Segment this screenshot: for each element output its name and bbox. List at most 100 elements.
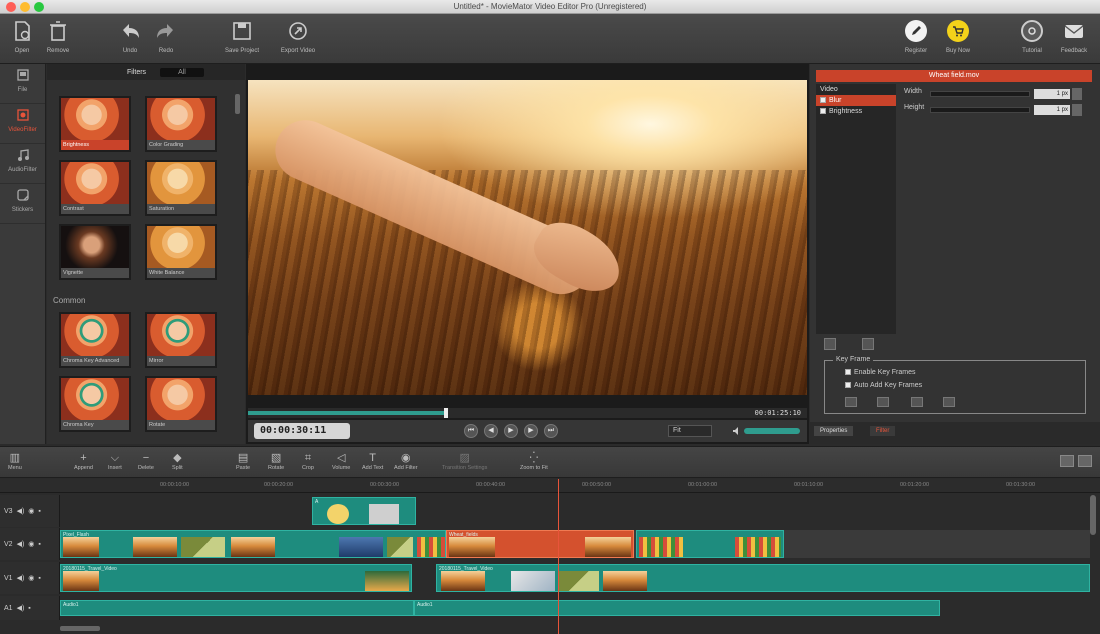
filters-scrollbar[interactable] <box>235 94 240 114</box>
insert-icon: ⌵ <box>110 452 120 464</box>
transition-settings-button[interactable]: ▨ Transition Settings <box>442 451 487 471</box>
play-icon: ▶ <box>508 427 514 434</box>
volume-button[interactable]: ◁ Volume <box>332 451 350 471</box>
eye-icon[interactable]: ◉ <box>28 507 34 515</box>
sidebar-tab-stickers[interactable]: Stickers <box>0 184 45 224</box>
eye-icon[interactable]: ◉ <box>28 574 34 582</box>
sidebar-tab-videofilter[interactable]: VideoFilter <box>0 104 45 144</box>
tab-filters[interactable]: Filters <box>127 69 146 76</box>
add-filter-small-button[interactable] <box>824 338 836 350</box>
append-button[interactable]: + Append <box>74 451 93 471</box>
redo-button[interactable]: Redo <box>144 20 188 60</box>
playback-scrubber[interactable]: 00:01:25:10 <box>248 408 807 418</box>
width-value-field[interactable]: 1 px <box>1034 89 1070 99</box>
previous-frame-button[interactable]: ⏮ <box>464 424 478 438</box>
timeline-clip[interactable]: 20180115_Travel_Video <box>60 564 412 592</box>
remove-button[interactable]: Remove <box>36 20 80 60</box>
lock-icon[interactable]: ▪ <box>38 575 40 582</box>
filter-thumb-saturation[interactable]: Saturation <box>145 160 217 216</box>
video-preview[interactable] <box>248 80 807 395</box>
crop-button[interactable]: ⌗ Crop <box>302 451 314 471</box>
list-item[interactable]: Brightness <box>816 106 896 117</box>
timeline-clip[interactable] <box>636 530 784 558</box>
height-value-field[interactable]: 1 px <box>1034 105 1070 115</box>
feedback-button[interactable]: Feedback <box>1052 20 1096 60</box>
timeline-vertical-scrollbar[interactable] <box>1090 495 1096 535</box>
height-stepper[interactable] <box>1072 104 1082 116</box>
add-text-button[interactable]: T Add Text <box>362 451 383 471</box>
filter-thumb-white-balance[interactable]: White Balance <box>145 224 217 280</box>
tab-properties[interactable]: Properties <box>814 426 854 436</box>
audio-clip[interactable]: Audio1 <box>60 600 414 616</box>
filter-thumb-chroma-key[interactable]: Chroma Key <box>59 376 131 432</box>
lock-icon[interactable]: ▪ <box>38 508 40 515</box>
split-button[interactable]: ◆ Split <box>172 451 183 471</box>
buy-now-button[interactable]: Buy Now <box>936 20 980 60</box>
auto-add-keyframes-option[interactable]: Auto Add Key Frames <box>845 382 922 389</box>
volume-slider[interactable] <box>744 428 800 434</box>
filter-thumb-color-grading[interactable]: Color Grading <box>145 96 217 152</box>
keyframe-prev-button[interactable] <box>845 397 857 407</box>
filter-thumb-mirror[interactable]: Mirror <box>145 312 217 368</box>
audio-clip[interactable]: Audio1 <box>414 600 940 616</box>
rotate-button[interactable]: ▧ Rotate <box>268 451 284 471</box>
paste-button[interactable]: ▤ Paste <box>236 451 250 471</box>
filter-thumb-brightness[interactable]: Brightness <box>59 96 131 152</box>
keyframe-add-button[interactable] <box>877 397 889 407</box>
list-item[interactable]: Blur <box>816 95 896 106</box>
zoom-select[interactable]: Fit <box>668 425 712 437</box>
filter-thumb-chroma-key-advanced[interactable]: Chroma Key Advanced <box>59 312 131 368</box>
timeline-ruler[interactable]: 00:00:10:00 00:00:20:00 00:00:30:00 00:0… <box>0 479 1100 493</box>
height-slider[interactable] <box>930 107 1030 113</box>
sidebar-tab-file[interactable]: File <box>0 64 45 104</box>
timeline-clip[interactable]: 20180115_Travel_Video <box>436 564 1090 592</box>
lock-icon[interactable]: ▪ <box>38 541 40 548</box>
scrubber-handle[interactable] <box>444 408 448 418</box>
filter-thumb-vignette[interactable]: Vignette <box>59 224 131 280</box>
enable-keyframes-option[interactable]: Enable Key Frames <box>845 369 915 376</box>
ruler-tick: 00:01:00:00 <box>688 482 718 488</box>
width-stepper[interactable] <box>1072 88 1082 100</box>
checkbox[interactable] <box>845 382 851 389</box>
checkbox[interactable] <box>820 97 826 104</box>
keyframe-remove-button[interactable] <box>911 397 923 407</box>
timeline-horizontal-scrollbar[interactable] <box>60 626 100 631</box>
keyframe-next-button[interactable] <box>943 397 955 407</box>
timeline-menu-button[interactable]: ▥ Menu <box>8 451 22 471</box>
tutorial-button[interactable]: Tutorial <box>1010 20 1054 60</box>
register-button[interactable]: Register <box>894 20 938 60</box>
mute-icon[interactable]: ◀) <box>17 604 25 612</box>
mute-icon[interactable]: ◀) <box>17 507 25 515</box>
zoom-in-button[interactable] <box>1078 455 1092 467</box>
next-frame-button[interactable]: ⏭ <box>544 424 558 438</box>
filter-category-select[interactable]: All <box>160 67 204 77</box>
zoom-to-fit-button[interactable]: ⁛ Zoom to Fit <box>520 451 548 471</box>
filter-thumb-rotate[interactable]: Rotate <box>145 376 217 432</box>
mute-icon[interactable]: ◀) <box>17 574 25 582</box>
fast-forward-button[interactable]: ▶ <box>524 424 538 438</box>
zoom-out-button[interactable] <box>1060 455 1074 467</box>
tab-filter[interactable]: Filter <box>870 426 896 436</box>
insert-button[interactable]: ⌵ Insert <box>108 451 122 471</box>
play-button[interactable]: ▶ <box>504 424 518 438</box>
timeline-playhead[interactable] <box>558 479 559 634</box>
rewind-button[interactable]: ◀ <box>484 424 498 438</box>
timecode-field[interactable]: 00:00:30:11 <box>254 423 350 439</box>
export-video-button[interactable]: Export Video <box>276 20 320 60</box>
add-filter-button[interactable]: ◉ Add Filter <box>394 451 418 471</box>
filter-thumb-contrast[interactable]: Contrast <box>59 160 131 216</box>
mute-icon[interactable]: ◀) <box>17 540 25 548</box>
timeline-clip[interactable]: Pixel_Flash <box>60 530 446 558</box>
remove-filter-small-button[interactable] <box>862 338 874 350</box>
timeline-clip-selected[interactable]: Wheat_fields <box>446 530 634 558</box>
lock-icon[interactable]: ▪ <box>28 605 30 612</box>
timeline-clip[interactable]: A <box>312 497 416 525</box>
checkbox[interactable] <box>820 108 826 115</box>
sidebar-tab-audiofilter[interactable]: AudioFilter <box>0 144 45 184</box>
width-slider[interactable] <box>930 91 1030 97</box>
delete-button[interactable]: − Delete <box>138 451 154 471</box>
save-project-button[interactable]: Save Project <box>220 20 264 60</box>
eye-icon[interactable]: ◉ <box>28 540 34 548</box>
checkbox[interactable] <box>845 369 851 376</box>
volume-control[interactable] <box>732 425 802 437</box>
